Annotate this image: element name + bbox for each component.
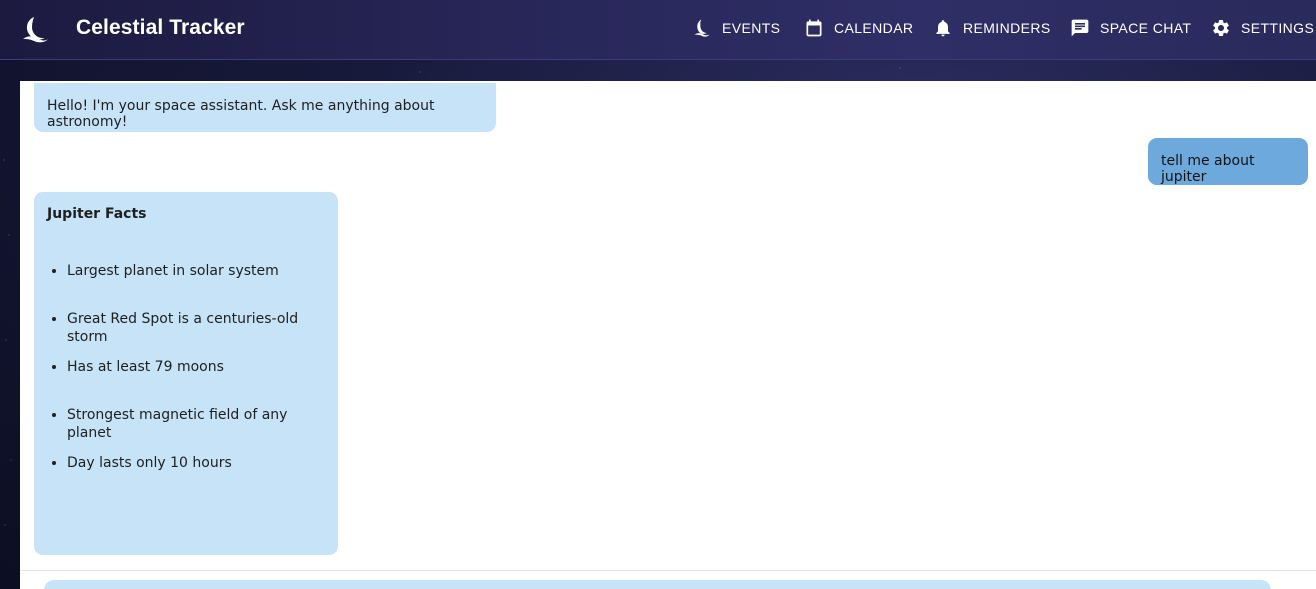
nav-space-chat[interactable]: SPACE CHAT (1070, 0, 1191, 56)
rocket-icon (694, 19, 710, 37)
nav-reminders[interactable]: REMINDERS (933, 0, 1051, 56)
nav-reminders-label: REMINDERS (963, 20, 1051, 36)
nav-calendar[interactable]: CALENDAR (804, 0, 913, 56)
nav-calendar-label: CALENDAR (834, 20, 914, 36)
list-item: Has at least 79 moons (67, 358, 325, 406)
facts-heading: Jupiter Facts (47, 206, 147, 222)
list-item: Day lasts only 10 hours (67, 454, 325, 502)
chat-icon (1071, 19, 1089, 37)
nav-events-label: EVENTS (722, 20, 781, 36)
nav-space-chat-label: SPACE CHAT (1100, 20, 1192, 36)
message-input[interactable] (44, 580, 1271, 589)
nav-settings[interactable]: SETTINGS (1211, 0, 1314, 56)
list-item: Largest planet in solar system (67, 262, 325, 310)
bot-message-facts: Jupiter Facts Largest planet in solar sy… (34, 192, 338, 555)
user-message: tell me about jupiter (1148, 138, 1308, 185)
app-header: Celestial Tracker EVENTS CALENDAR REMIND… (0, 0, 1316, 60)
calendar-icon (806, 19, 822, 37)
nav-events[interactable]: EVENTS (692, 0, 780, 56)
composer-divider (20, 570, 1316, 571)
facts-list: Largest planet in solar system Great Red… (47, 262, 325, 502)
gear-icon (1213, 20, 1229, 36)
bot-message-text: Hello! I'm your space assistant. Ask me … (47, 98, 435, 130)
bot-message: Hello! I'm your space assistant. Ask me … (34, 83, 496, 132)
list-item: Strongest magnetic field of any planet (67, 406, 325, 454)
list-item: Great Red Spot is a centuries-old storm (67, 310, 325, 358)
app-title: Celestial Tracker (76, 16, 245, 39)
moon-icon[interactable] (20, 14, 50, 44)
user-message-text: tell me about jupiter (1161, 153, 1255, 185)
nav-settings-label: SETTINGS (1241, 20, 1315, 36)
chat-panel: Hello! I'm your space assistant. Ask me … (20, 81, 1316, 589)
bell-icon (936, 20, 950, 37)
